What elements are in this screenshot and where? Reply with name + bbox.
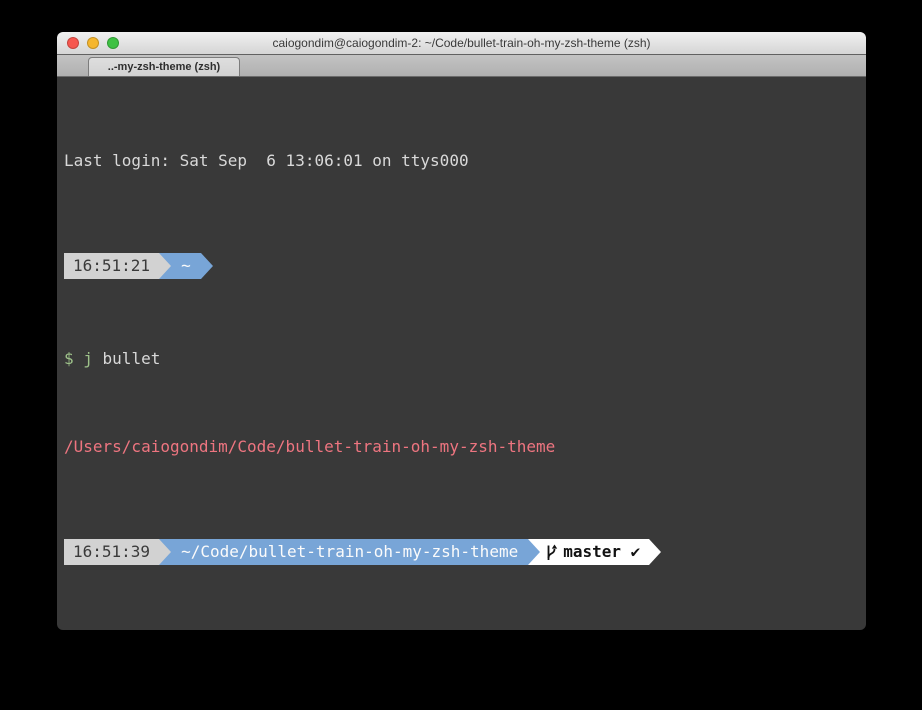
- powerline-separator-icon: [649, 539, 661, 565]
- command-args: bullet: [93, 349, 160, 368]
- tab-zsh[interactable]: ..-my-zsh-theme (zsh): [88, 57, 240, 76]
- title-bar[interactable]: caiogondim@caiogondim-2: ~/Code/bullet-t…: [57, 32, 866, 55]
- prompt-time-segment: 16:51:21: [64, 253, 159, 279]
- window-title: caiogondim@caiogondim-2: ~/Code/bullet-t…: [57, 32, 866, 54]
- tab-bar: ..-my-zsh-theme (zsh): [57, 55, 866, 77]
- close-button[interactable]: [67, 37, 79, 49]
- prompt-path-segment: ~: [171, 253, 201, 279]
- prompt-char: $: [64, 349, 74, 368]
- last-login-line: Last login: Sat Sep 6 13:06:01 on ttys00…: [64, 150, 860, 172]
- prompt-path-segment: ~/Code/bullet-train-oh-my-zsh-theme: [171, 539, 528, 565]
- command-line: $ j bullet: [64, 348, 860, 370]
- powerline-separator-icon: [159, 539, 171, 565]
- autojump-output: /Users/caiogondim/Code/bullet-train-oh-m…: [64, 436, 860, 458]
- prompt-line-1: 16:51:21 ~: [64, 253, 860, 279]
- git-branch-label: master ✔: [563, 539, 640, 565]
- window-controls: [67, 37, 119, 49]
- powerline-separator-icon: [201, 253, 213, 279]
- prompt-time-segment: 16:51:39: [64, 539, 159, 565]
- git-branch-icon: [545, 544, 558, 561]
- prompt-line-2: 16:51:39 ~/Code/bullet-train-oh-my-zsh-t…: [64, 539, 860, 565]
- powerline-separator-icon: [528, 539, 540, 565]
- prompt-git-segment: master ✔: [540, 539, 649, 565]
- terminal-window: caiogondim@caiogondim-2: ~/Code/bullet-t…: [57, 32, 866, 630]
- command-text: j: [74, 349, 93, 368]
- minimize-button[interactable]: [87, 37, 99, 49]
- terminal-content[interactable]: Last login: Sat Sep 6 13:06:01 on ttys00…: [57, 77, 866, 630]
- zoom-button[interactable]: [107, 37, 119, 49]
- powerline-separator-icon: [159, 253, 171, 279]
